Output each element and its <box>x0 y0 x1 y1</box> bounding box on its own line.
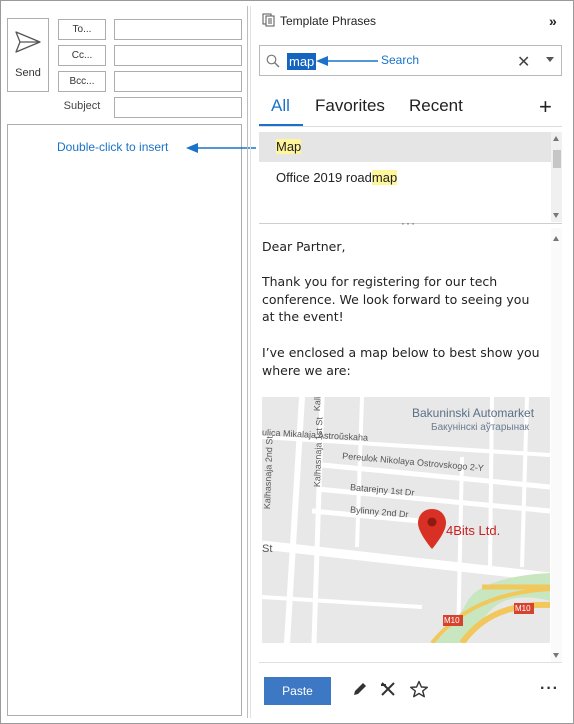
list-item[interactable]: Office 2019 roadmap <box>259 163 551 193</box>
cc-field[interactable] <box>114 45 242 66</box>
scroll-down-icon[interactable] <box>553 653 559 658</box>
map-road-label: M10 <box>444 616 460 625</box>
preview-paragraph: Thank you for registering for our tech c… <box>262 274 530 324</box>
add-phrase-icon[interactable]: + <box>539 94 552 120</box>
pane-divider-shadow <box>250 6 251 718</box>
search-callout-arrow <box>316 56 378 66</box>
bcc-button[interactable]: Bcc... <box>58 71 106 92</box>
footer-divider <box>259 662 562 663</box>
pane-divider[interactable] <box>247 6 248 718</box>
list-item-text: Office 2019 road <box>276 170 372 185</box>
more-options-icon[interactable]: ··· <box>540 680 559 698</box>
tab-favorites[interactable]: Favorites <box>315 96 385 116</box>
subject-field[interactable] <box>114 97 242 118</box>
tab-recent[interactable]: Recent <box>409 96 463 116</box>
search-callout: Search <box>381 53 420 67</box>
edit-pencil-icon[interactable] <box>351 680 369 698</box>
scroll-up-icon[interactable] <box>553 236 559 241</box>
template-phrases-icon <box>262 13 275 27</box>
tabs-divider <box>259 126 562 127</box>
scroll-thumb[interactable] <box>553 150 561 168</box>
message-body[interactable] <box>7 124 242 716</box>
collapse-pane-icon[interactable]: » <box>549 13 557 29</box>
insert-callout: Double-click to insert <box>57 140 169 154</box>
map-image: Bakuninski Automarket Бакунінскі аўтарын… <box>262 397 550 643</box>
subject-label: Subject <box>63 100 101 112</box>
map-pin-label: 4Bits Ltd. <box>446 523 501 538</box>
map-road-label: M10 <box>515 604 531 613</box>
scroll-up-icon[interactable] <box>553 136 559 141</box>
preview-greeting: Dear Partner, <box>262 239 346 254</box>
send-button[interactable]: Send <box>7 18 49 92</box>
map-street-label: St <box>262 543 273 555</box>
map-place-label: Bakuninski Automarket <box>412 406 535 420</box>
bcc-field[interactable] <box>114 71 242 92</box>
phrase-list: Map Office 2019 roadmap <box>259 132 562 222</box>
list-scrollbar[interactable] <box>551 132 562 222</box>
paste-button[interactable]: Paste <box>264 677 331 705</box>
pane-title: Template Phrases <box>280 14 377 28</box>
search-match-highlight: Map <box>276 139 302 154</box>
preview-scrollbar[interactable] <box>551 228 562 662</box>
preview-paragraph: I’ve enclosed a map below to best show y… <box>262 345 540 378</box>
search-value: map <box>287 53 317 70</box>
tab-all[interactable]: All <box>271 96 290 116</box>
clear-search-icon[interactable]: ✕ <box>517 52 530 72</box>
search-match-highlight: map <box>371 170 398 185</box>
delete-icon[interactable] <box>379 680 397 698</box>
send-label: Send <box>15 67 41 79</box>
favorite-star-icon[interactable] <box>409 680 429 698</box>
to-button[interactable]: To... <box>58 19 106 40</box>
scroll-down-icon[interactable] <box>553 213 559 218</box>
search-icon <box>266 54 280 68</box>
cc-button[interactable]: Cc... <box>58 45 106 66</box>
map-street-label: Kalh <box>312 397 323 412</box>
search-dropdown-icon[interactable] <box>546 57 554 62</box>
send-icon <box>15 31 41 53</box>
phrase-tabs: All Favorites Recent <box>259 94 562 126</box>
list-item[interactable]: Map <box>259 132 551 162</box>
map-place-local-label: Бакунінскі аўтарынак <box>431 422 530 433</box>
to-field[interactable] <box>114 19 242 40</box>
